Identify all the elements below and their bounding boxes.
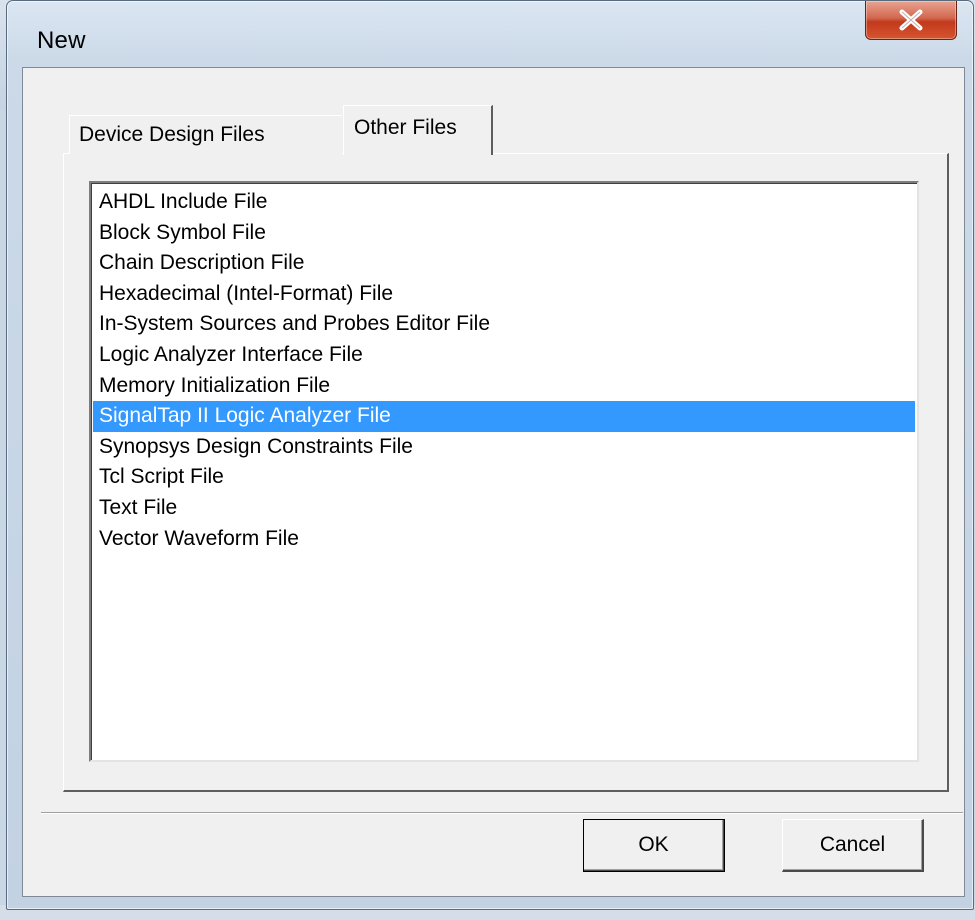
- list-item[interactable]: Chain Description File: [93, 248, 915, 279]
- tab-device-design-files[interactable]: Device Design Files: [69, 115, 342, 154]
- list-item[interactable]: Hexadecimal (Intel-Format) File: [93, 279, 915, 310]
- list-item[interactable]: Block Symbol File: [93, 218, 915, 249]
- screen: New Device Design Files Other Files AHDL…: [0, 0, 975, 920]
- tab-other-files[interactable]: Other Files: [343, 105, 493, 155]
- cancel-button[interactable]: Cancel: [782, 819, 924, 872]
- close-button[interactable]: [865, 1, 957, 40]
- separator: [41, 812, 963, 814]
- close-icon: [899, 9, 923, 31]
- list-item[interactable]: Text File: [93, 493, 915, 524]
- list-item[interactable]: Logic Analyzer Interface File: [93, 340, 915, 371]
- list-item[interactable]: Tcl Script File: [93, 462, 915, 493]
- list-item[interactable]: Synopsys Design Constraints File: [93, 432, 915, 463]
- file-type-list[interactable]: AHDL Include File Block Symbol File Chain …: [89, 181, 919, 762]
- dialog-title: New: [37, 27, 86, 54]
- list-item[interactable]: In-System Sources and Probes Editor File: [93, 309, 915, 340]
- list-item[interactable]: AHDL Include File: [93, 187, 915, 218]
- list-item[interactable]: SignalTap II Logic Analyzer File: [93, 401, 915, 432]
- list-item[interactable]: Memory Initialization File: [93, 371, 915, 402]
- new-dialog: New Device Design Files Other Files AHDL…: [6, 0, 974, 910]
- dialog-client-area: Device Design Files Other Files AHDL Inc…: [22, 67, 965, 897]
- ok-button[interactable]: OK: [583, 819, 725, 872]
- list-item[interactable]: Vector Waveform File: [93, 524, 915, 555]
